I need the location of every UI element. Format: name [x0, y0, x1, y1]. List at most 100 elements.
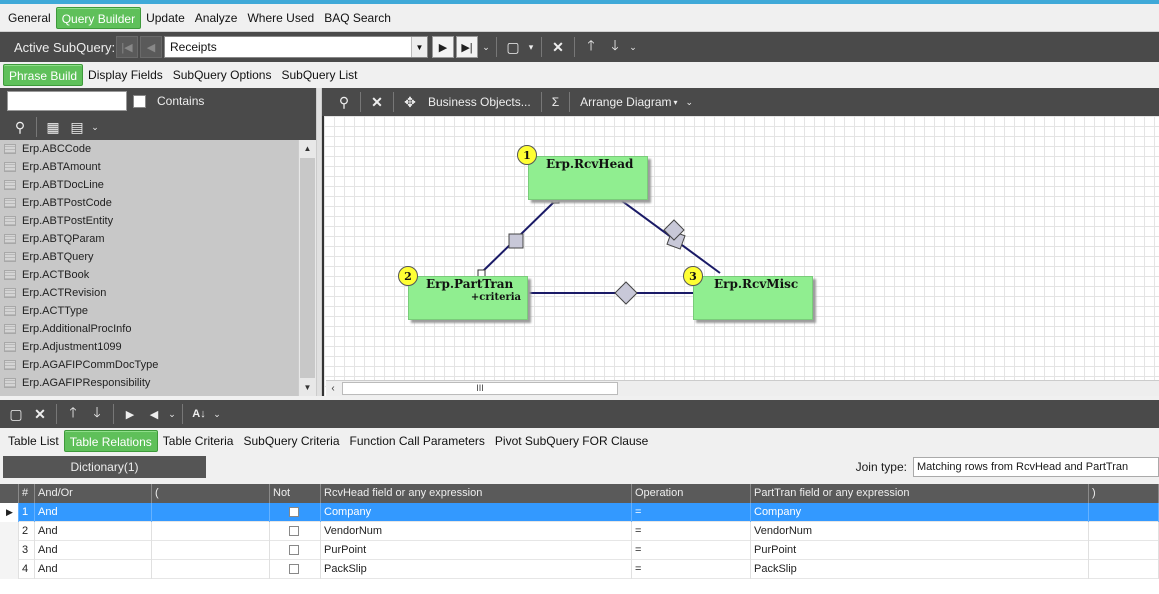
business-objects-button[interactable]: Business Objects...: [422, 95, 537, 109]
tab-table-relations[interactable]: Table Relations: [63, 430, 158, 452]
table-node-parttran[interactable]: Erp.PartTran +criteria: [408, 276, 528, 320]
tab-update[interactable]: Update: [141, 7, 190, 29]
cell-not[interactable]: [270, 560, 321, 579]
calculated-field-button[interactable]: ▤: [65, 115, 89, 139]
tab-phrase-build[interactable]: Phrase Build: [3, 64, 84, 86]
link-button[interactable]: ⚲: [8, 115, 32, 139]
column-header-rcvhead-field[interactable]: RcvHead field or any expression: [321, 484, 632, 503]
cell-num[interactable]: 4: [19, 560, 35, 579]
cell-operation[interactable]: =: [632, 560, 751, 579]
diagram-horizontal-scrollbar[interactable]: ‹ III: [326, 380, 1159, 396]
cell-parttran-field[interactable]: VendorNum: [751, 522, 1089, 541]
row-indicator[interactable]: [0, 560, 19, 579]
tab-subquery-list[interactable]: SubQuery List: [276, 64, 362, 86]
cell-rcvhead-field[interactable]: Company: [321, 503, 632, 522]
cell-open-paren[interactable]: [152, 541, 270, 560]
table-row[interactable]: ▶ 1 And Company = Company: [0, 503, 1159, 522]
tab-pivot-subquery[interactable]: Pivot SubQuery FOR Clause: [490, 430, 653, 452]
tab-query-builder[interactable]: Query Builder: [55, 6, 142, 29]
toolbar-overflow-icon[interactable]: ⌄: [480, 35, 492, 59]
cell-operation[interactable]: =: [632, 522, 751, 541]
not-checkbox[interactable]: [289, 507, 299, 518]
cell-not[interactable]: [270, 503, 321, 522]
toolbar-overflow-icon[interactable]: ⌄: [166, 402, 178, 426]
table-list-item[interactable]: Erp.ABTDocLine: [0, 176, 298, 194]
column-header-open-paren[interactable]: (: [152, 484, 270, 503]
scroll-down-arrow[interactable]: ▼: [299, 379, 316, 396]
scroll-thumb[interactable]: III: [342, 382, 618, 395]
cell-open-paren[interactable]: [152, 560, 270, 579]
table-list-item[interactable]: Erp.ABTQuery: [0, 248, 298, 266]
cell-rcvhead-field[interactable]: PackSlip: [321, 560, 632, 579]
arrange-diagram-button[interactable]: Arrange Diagram: [574, 95, 677, 109]
table-list-item[interactable]: Erp.ABTPostCode: [0, 194, 298, 212]
row-indicator[interactable]: [0, 541, 19, 560]
table-list-item[interactable]: Erp.ABTQParam: [0, 230, 298, 248]
next-record-button[interactable]: ▶: [432, 36, 454, 58]
not-checkbox[interactable]: [289, 564, 299, 575]
first-record-button[interactable]: |◀: [116, 36, 138, 58]
cell-operation[interactable]: =: [632, 541, 751, 560]
table-list-scrollbar[interactable]: ▲ ▼: [298, 140, 316, 396]
relation-diamond-marker[interactable]: [614, 281, 638, 305]
tab-table-list[interactable]: Table List: [3, 430, 64, 452]
delete-table-button[interactable]: ✕: [365, 90, 389, 114]
table-search-input[interactable]: [7, 91, 127, 111]
table-row[interactable]: 2 And VendorNum = VendorNum: [0, 522, 1159, 541]
not-checkbox[interactable]: [289, 526, 299, 537]
diagram-canvas[interactable]: Erp.RcvHead 1 Erp.PartTran +criteria 2 E…: [322, 116, 1159, 396]
move-down-button[interactable]: 🡓: [603, 35, 627, 59]
column-header-num[interactable]: #: [19, 484, 35, 503]
cell-rcvhead-field[interactable]: VendorNum: [321, 522, 632, 541]
table-node-rcvhead[interactable]: Erp.RcvHead: [528, 156, 648, 200]
arrange-dropdown-icon[interactable]: ▾: [674, 98, 678, 107]
contains-checkbox[interactable]: [133, 94, 146, 108]
tab-function-call-parameters[interactable]: Function Call Parameters: [345, 430, 490, 452]
table-list-item[interactable]: Erp.AdditionalProcInfo: [0, 320, 298, 338]
cell-close-paren[interactable]: [1089, 503, 1159, 522]
table-row[interactable]: 4 And PackSlip = PackSlip: [0, 560, 1159, 579]
cell-parttran-field[interactable]: PackSlip: [751, 560, 1089, 579]
cell-not[interactable]: [270, 541, 321, 560]
move-down-button[interactable]: 🡓: [85, 402, 109, 426]
row-indicator[interactable]: [0, 522, 19, 541]
cell-close-paren[interactable]: [1089, 541, 1159, 560]
delete-subquery-button[interactable]: ✕: [546, 35, 570, 59]
cell-close-paren[interactable]: [1089, 560, 1159, 579]
column-header-operation[interactable]: Operation: [632, 484, 751, 503]
scroll-left-arrow[interactable]: ‹: [326, 381, 340, 396]
table-list-item[interactable]: Erp.ACTRevision: [0, 284, 298, 302]
sort-az-icon[interactable]: A↓: [187, 402, 211, 426]
scroll-up-arrow[interactable]: ▲: [299, 140, 316, 157]
tab-table-criteria[interactable]: Table Criteria: [158, 430, 239, 452]
active-subquery-select[interactable]: Receipts ▼: [164, 36, 428, 58]
cell-parttran-field[interactable]: Company: [751, 503, 1089, 522]
cell-operation[interactable]: =: [632, 503, 751, 522]
cell-andor[interactable]: And: [35, 541, 152, 560]
table-list-item[interactable]: Erp.AGAFIPCommDocType: [0, 356, 298, 374]
column-header-parttran-field[interactable]: PartTran field or any expression: [751, 484, 1089, 503]
cell-open-paren[interactable]: [152, 522, 270, 541]
cell-open-paren[interactable]: [152, 503, 270, 522]
previous-record-button[interactable]: ◀: [140, 36, 162, 58]
link-button[interactable]: ⚲: [332, 90, 356, 114]
cell-not[interactable]: [270, 522, 321, 541]
delete-relation-button[interactable]: ✕: [28, 402, 52, 426]
dictionary-button[interactable]: Dictionary(1): [3, 456, 206, 478]
cell-andor[interactable]: And: [35, 560, 152, 579]
table-list-item[interactable]: Erp.Adjustment1099: [0, 338, 298, 356]
tab-general[interactable]: General: [3, 7, 56, 29]
table-row[interactable]: 3 And PurPoint = PurPoint: [0, 541, 1159, 560]
indent-right-button[interactable]: ▶: [118, 402, 142, 426]
cell-num[interactable]: 2: [19, 522, 35, 541]
table-list-item[interactable]: Erp.ACTBook: [0, 266, 298, 284]
cell-num[interactable]: 3: [19, 541, 35, 560]
cell-num[interactable]: 1: [19, 503, 35, 522]
grid-view-button[interactable]: ▦: [41, 115, 65, 139]
cell-rcvhead-field[interactable]: PurPoint: [321, 541, 632, 560]
tab-subquery-options[interactable]: SubQuery Options: [168, 64, 277, 86]
toolbar-overflow-icon[interactable]: ⌄: [686, 97, 694, 108]
table-list-item[interactable]: Erp.ABTAmount: [0, 158, 298, 176]
chevron-down-icon[interactable]: ▼: [411, 37, 427, 57]
join-type-select[interactable]: Matching rows from RcvHead and PartTran: [913, 457, 1159, 477]
